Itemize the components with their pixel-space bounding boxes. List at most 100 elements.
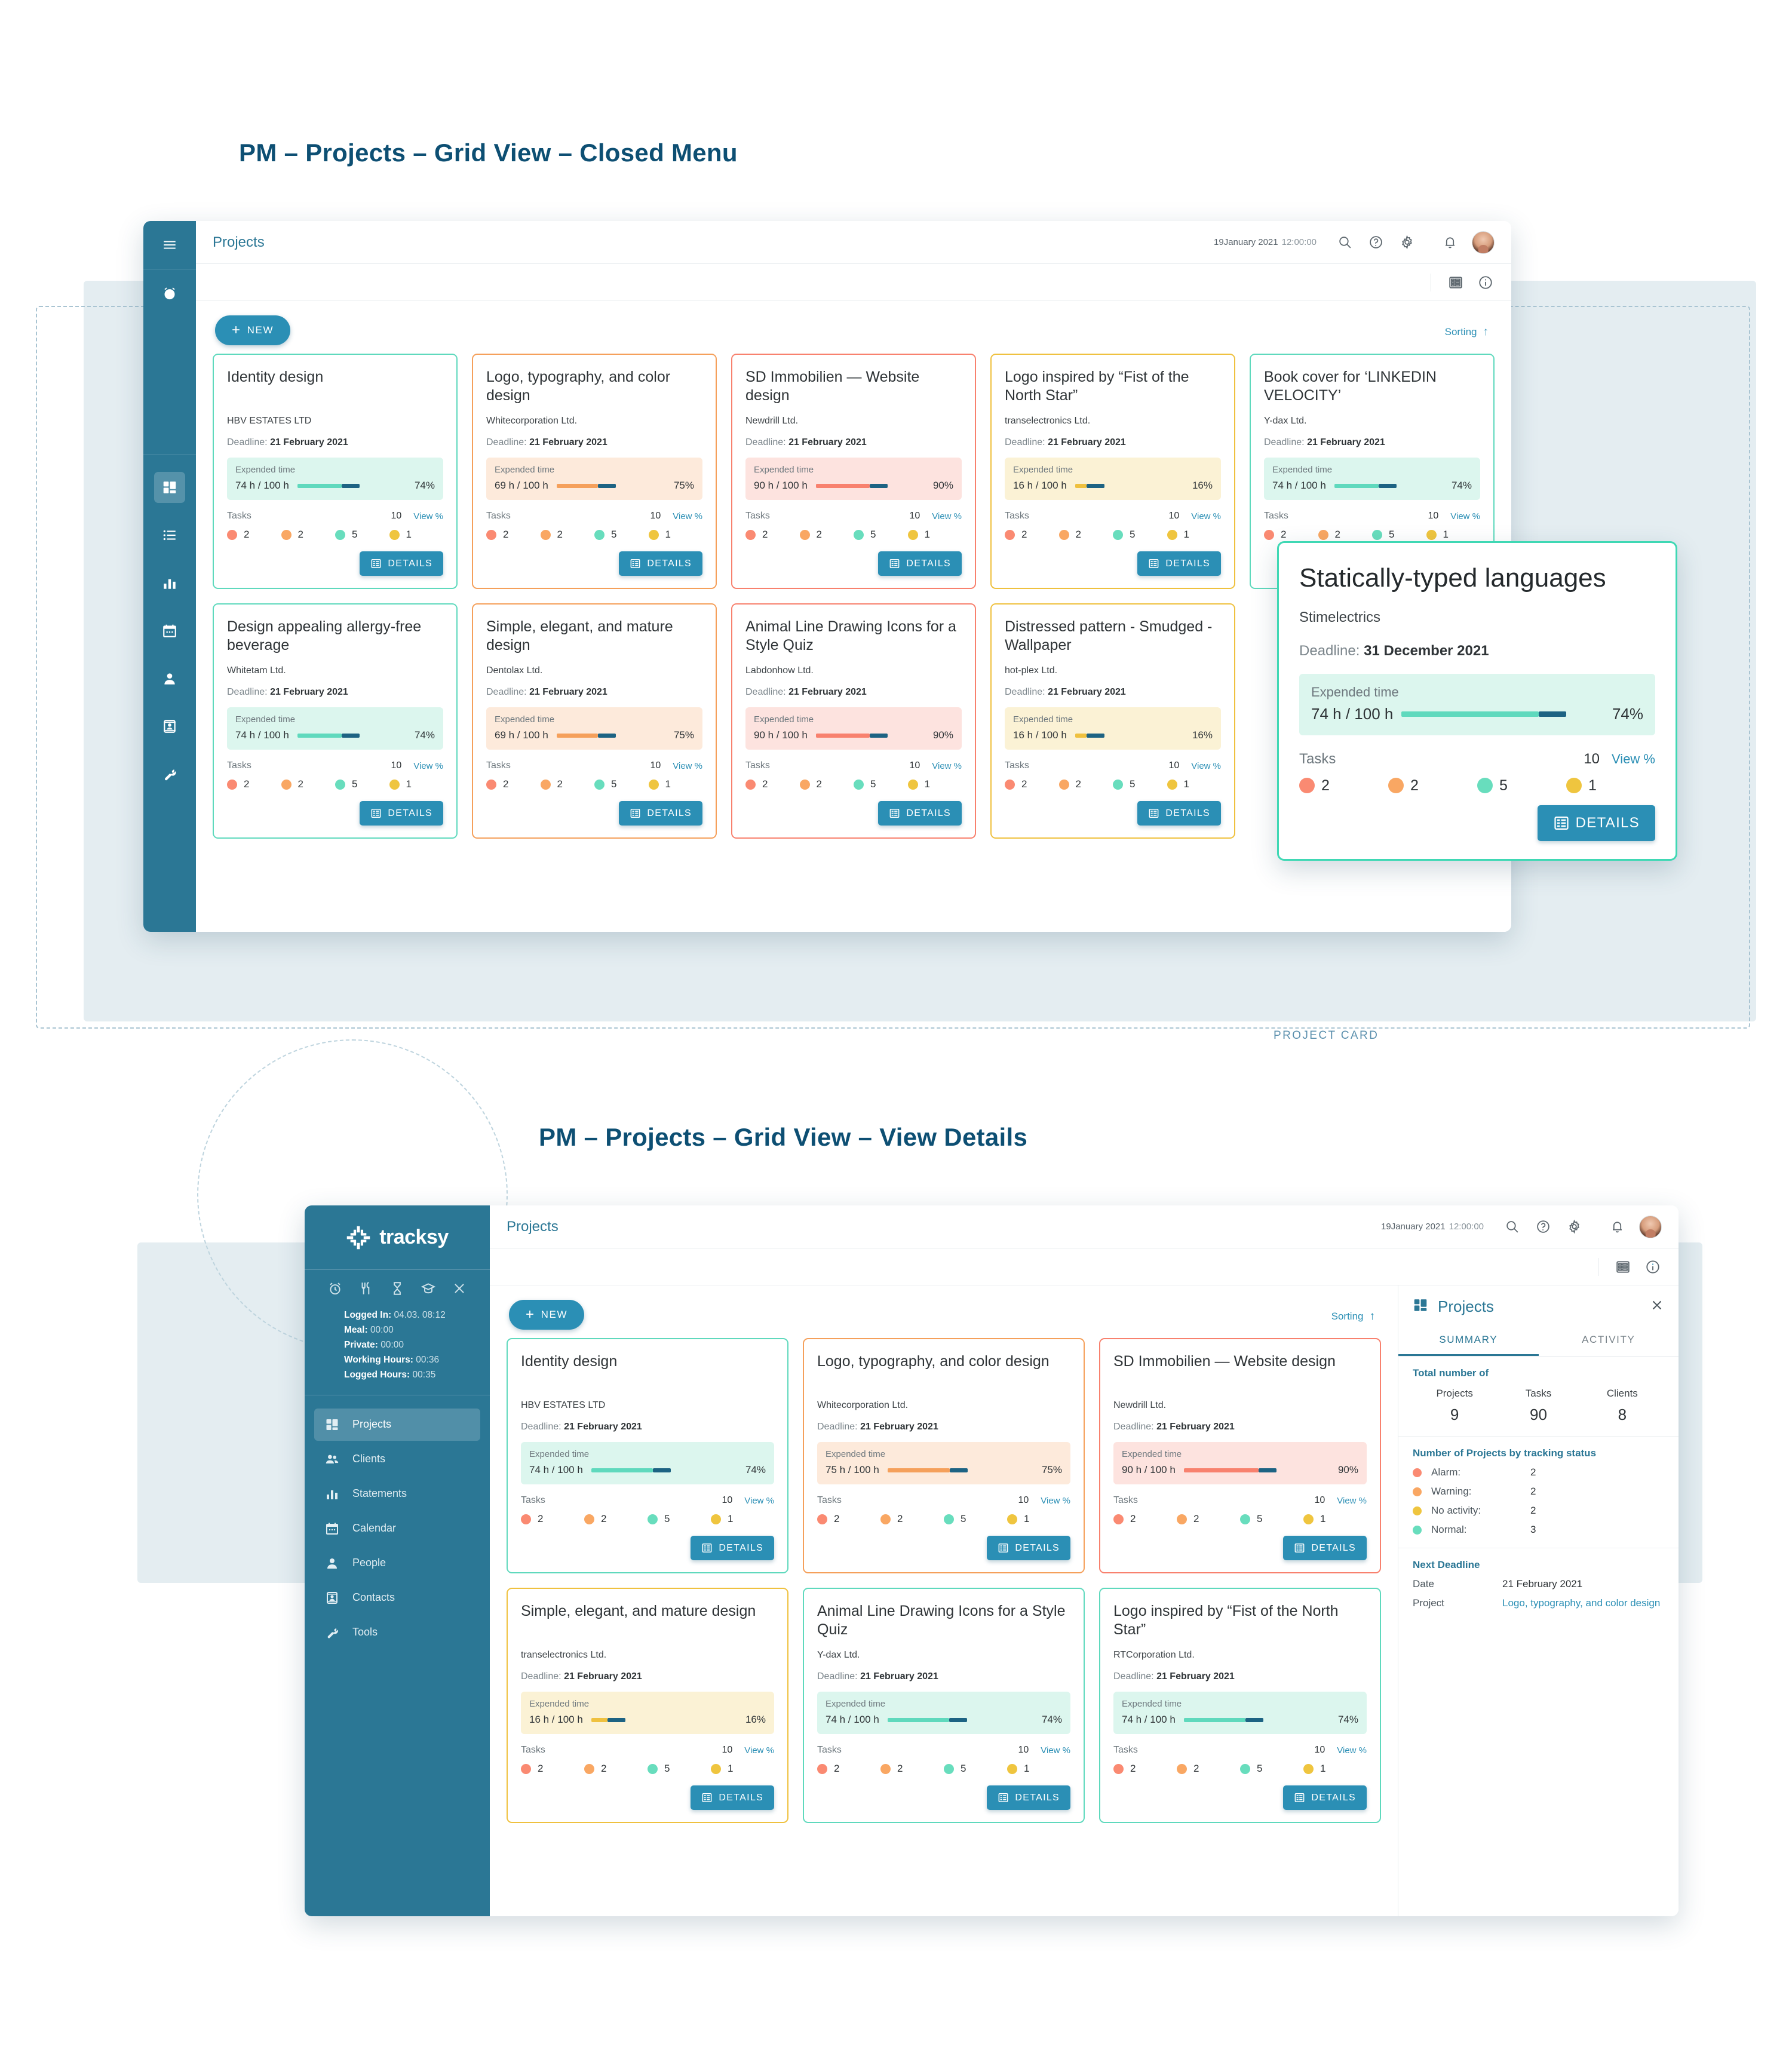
sidebar-item-projects[interactable]: [154, 472, 185, 503]
info-icon[interactable]: [1644, 1258, 1662, 1276]
view-percent-link[interactable]: View %: [744, 1745, 774, 1756]
details-button[interactable]: DETAILS: [691, 1536, 774, 1560]
close-icon[interactable]: [1650, 1298, 1664, 1315]
project-card[interactable]: Logo inspired by “Fist of the North Star…: [990, 354, 1235, 589]
project-card[interactable]: Logo, typography, and color design White…: [472, 354, 717, 589]
gear-icon[interactable]: [1565, 1218, 1583, 1236]
task-status-c-none: 1: [1007, 1763, 1070, 1775]
view-percent-link[interactable]: View %: [1041, 1496, 1070, 1506]
view-percent-link[interactable]: View %: [673, 511, 702, 521]
expended-time-block: Expended time 90 h / 100 h 90%: [745, 707, 962, 750]
sidebar-item-tools[interactable]: Tools: [314, 1616, 480, 1649]
details-button[interactable]: DETAILS: [1283, 1536, 1367, 1560]
details-button-label: DETAILS: [1311, 1792, 1356, 1803]
sidebar-item-clients[interactable]: Clients: [314, 1443, 480, 1475]
view-percent-link[interactable]: View %: [1041, 1745, 1070, 1756]
view-percent-link[interactable]: View %: [413, 761, 443, 771]
hourglass-icon[interactable]: [389, 1281, 405, 1299]
gear-icon[interactable]: [1398, 234, 1416, 251]
help-icon[interactable]: [1534, 1218, 1552, 1236]
task-count: 2: [1334, 529, 1340, 540]
project-card[interactable]: Logo inspired by “Fist of the North Star…: [1099, 1588, 1381, 1823]
alarm-clock-icon[interactable]: [154, 278, 185, 309]
list-view-icon[interactable]: [1614, 1258, 1632, 1276]
avatar[interactable]: [1472, 231, 1495, 254]
bell-icon[interactable]: [1441, 234, 1459, 251]
sort-arrow-up-icon[interactable]: ↑: [1483, 326, 1489, 339]
details-button[interactable]: DETAILS: [1137, 551, 1221, 576]
details-button[interactable]: DETAILS: [987, 1785, 1070, 1810]
project-card[interactable]: Animal Line Drawing Icons for a Style Qu…: [731, 603, 976, 839]
details-button[interactable]: DETAILS: [1283, 1785, 1367, 1810]
c-alarm-dot-icon: [521, 1514, 531, 1524]
alarm-clock-icon[interactable]: [327, 1281, 343, 1299]
sidebar-item-contacts[interactable]: [154, 711, 185, 742]
view-percent-link[interactable]: View %: [744, 1496, 774, 1506]
details-button[interactable]: DETAILS: [1537, 805, 1655, 841]
sidebar-item-contacts[interactable]: Contacts: [314, 1582, 480, 1614]
bell-icon[interactable]: [1608, 1218, 1626, 1236]
sort-arrow-up-icon[interactable]: ↑: [1370, 1310, 1376, 1323]
project-card[interactable]: Design appealing allergy-free beverage W…: [213, 603, 458, 839]
view-percent-link[interactable]: View %: [1337, 1745, 1367, 1756]
task-count: 2: [762, 778, 768, 790]
details-button[interactable]: DETAILS: [360, 551, 443, 576]
view-percent-link[interactable]: View %: [1191, 511, 1221, 521]
deadline-label: Deadline:: [1005, 437, 1045, 447]
details-button[interactable]: DETAILS: [360, 801, 443, 826]
sidebar-item-tools[interactable]: [154, 759, 185, 790]
project-card[interactable]: Simple, elegant, and mature design trans…: [507, 1588, 788, 1823]
view-percent-link[interactable]: View %: [413, 511, 443, 521]
graduation-cap-icon[interactable]: [421, 1281, 436, 1299]
details-button[interactable]: DETAILS: [619, 801, 702, 826]
plus-icon: +: [526, 1306, 535, 1322]
close-icon[interactable]: [452, 1281, 467, 1299]
meal-fork-knife-icon[interactable]: [358, 1281, 374, 1299]
view-percent-link[interactable]: View %: [1450, 511, 1480, 521]
sidebar-item-people[interactable]: [154, 663, 185, 694]
project-card[interactable]: Animal Line Drawing Icons for a Style Qu…: [803, 1588, 1085, 1823]
tab-summary[interactable]: SUMMARY: [1398, 1324, 1539, 1356]
new-button[interactable]: + NEW: [509, 1300, 585, 1330]
sidebar-item-list[interactable]: [154, 520, 185, 551]
view-percent-link[interactable]: View %: [673, 761, 702, 771]
search-icon[interactable]: [1503, 1218, 1521, 1236]
details-button[interactable]: DETAILS: [1137, 801, 1221, 826]
sidebar-item-projects[interactable]: Projects: [314, 1408, 480, 1441]
info-icon[interactable]: [1477, 274, 1495, 291]
sidebar-item-statements[interactable]: Statements: [314, 1478, 480, 1510]
sidebar-item-calendar[interactable]: [154, 615, 185, 646]
project-card[interactable]: Identity design HBV ESTATES LTD Deadline…: [507, 1338, 788, 1573]
search-icon[interactable]: [1336, 234, 1354, 251]
sorting-label[interactable]: Sorting: [1445, 326, 1477, 338]
avatar[interactable]: [1639, 1215, 1662, 1238]
sorting-label[interactable]: Sorting: [1331, 1311, 1364, 1322]
menu-icon[interactable]: [154, 229, 185, 260]
details-button[interactable]: DETAILS: [878, 801, 962, 826]
project-card[interactable]: Identity design HBV ESTATES LTD Deadline…: [213, 354, 458, 589]
details-button[interactable]: DETAILS: [691, 1785, 774, 1810]
list-view-icon[interactable]: [1447, 274, 1465, 291]
view-percent-link[interactable]: View %: [932, 761, 962, 771]
view-percent-link[interactable]: View %: [1337, 1496, 1367, 1506]
sidebar-item-people[interactable]: People: [314, 1547, 480, 1579]
new-button[interactable]: + NEW: [215, 315, 291, 345]
view-percent-link[interactable]: View %: [1191, 761, 1221, 771]
details-button[interactable]: DETAILS: [987, 1536, 1070, 1560]
sidebar-item-statements[interactable]: [154, 567, 185, 599]
floating-project-card[interactable]: Statically-typed languages Stimelectrics…: [1277, 541, 1677, 861]
project-card[interactable]: Simple, elegant, and mature design Dento…: [472, 603, 717, 839]
tab-activity[interactable]: ACTIVITY: [1539, 1324, 1679, 1356]
project-card[interactable]: SD Immobilien — Website design Newdrill …: [1099, 1338, 1381, 1573]
details-button[interactable]: DETAILS: [619, 551, 702, 576]
sidebar-item-calendar[interactable]: Calendar: [314, 1512, 480, 1545]
project-card[interactable]: Logo, typography, and color design White…: [803, 1338, 1085, 1573]
view-percent-link[interactable]: View %: [932, 511, 962, 521]
project-card[interactable]: Distressed pattern - Smudged - Wallpaper…: [990, 603, 1235, 839]
details-button[interactable]: DETAILS: [878, 551, 962, 576]
view-percent-link[interactable]: View %: [1612, 751, 1655, 767]
project-card[interactable]: SD Immobilien — Website design Newdrill …: [731, 354, 976, 589]
project-link[interactable]: Logo, typography, and color design: [1502, 1597, 1660, 1609]
task-count: 1: [1320, 1513, 1326, 1524]
help-icon[interactable]: [1367, 234, 1385, 251]
